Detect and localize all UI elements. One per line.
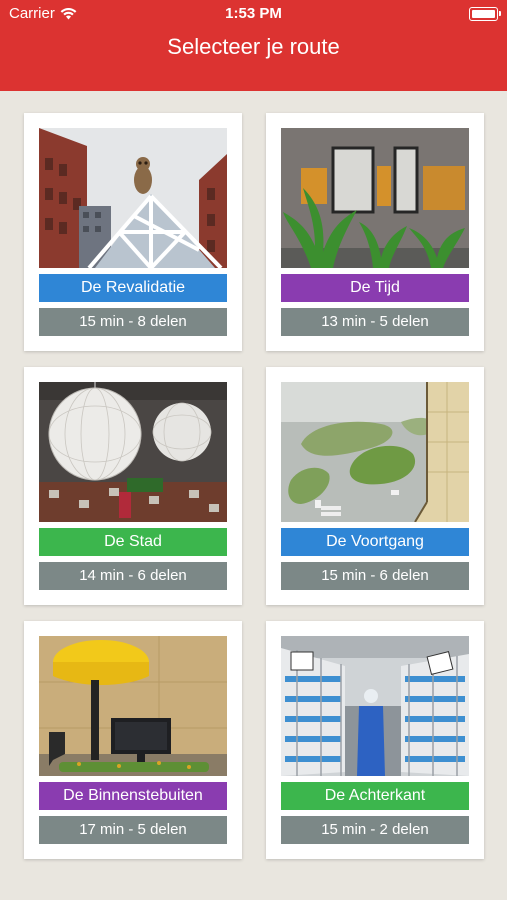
route-meta-label: 17 min - 5 delen bbox=[39, 816, 227, 844]
route-card-voortgang[interactable]: De Voortgang 15 min - 6 delen bbox=[266, 367, 484, 605]
clock: 1:53 PM bbox=[225, 5, 282, 22]
route-card-tijd[interactable]: De Tijd 13 min - 5 delen bbox=[266, 113, 484, 351]
building-with-owl-statue-icon bbox=[39, 128, 227, 268]
status-bar: Carrier 1:53 PM bbox=[0, 0, 507, 28]
route-name-label: De Binnenstebuiten bbox=[39, 782, 227, 810]
hanging-sphere-lamps-icon bbox=[39, 382, 227, 522]
window-with-plants-icon bbox=[281, 128, 469, 268]
route-meta-label: 15 min - 2 delen bbox=[281, 816, 469, 844]
route-card-revalidatie[interactable]: De Revalidatie 15 min - 8 delen bbox=[24, 113, 242, 351]
route-card-achterkant[interactable]: De Achterkant 15 min - 2 delen bbox=[266, 621, 484, 859]
aerial-roundabout-view-icon bbox=[281, 382, 469, 522]
route-name-label: De Revalidatie bbox=[39, 274, 227, 302]
route-name-label: De Voortgang bbox=[281, 528, 469, 556]
route-name-label: De Stad bbox=[39, 528, 227, 556]
route-meta-label: 13 min - 5 delen bbox=[281, 308, 469, 336]
route-meta-label: 14 min - 6 delen bbox=[39, 562, 227, 590]
route-card-stad[interactable]: De Stad 14 min - 6 delen bbox=[24, 367, 242, 605]
route-meta-label: 15 min - 6 delen bbox=[281, 562, 469, 590]
route-name-label: De Achterkant bbox=[281, 782, 469, 810]
route-name-label: De Tijd bbox=[281, 274, 469, 302]
yellow-lamp-desk-icon bbox=[39, 636, 227, 776]
route-card-binnenstebuiten[interactable]: De Binnenstebuiten 17 min - 5 delen bbox=[24, 621, 242, 859]
route-meta-label: 15 min - 8 delen bbox=[39, 308, 227, 336]
page-title: Selecteer je route bbox=[167, 34, 340, 59]
storage-racks-worker-icon bbox=[281, 636, 469, 776]
app-header: Carrier 1:53 PM Selecteer je route bbox=[0, 0, 507, 91]
battery-icon bbox=[469, 7, 501, 21]
